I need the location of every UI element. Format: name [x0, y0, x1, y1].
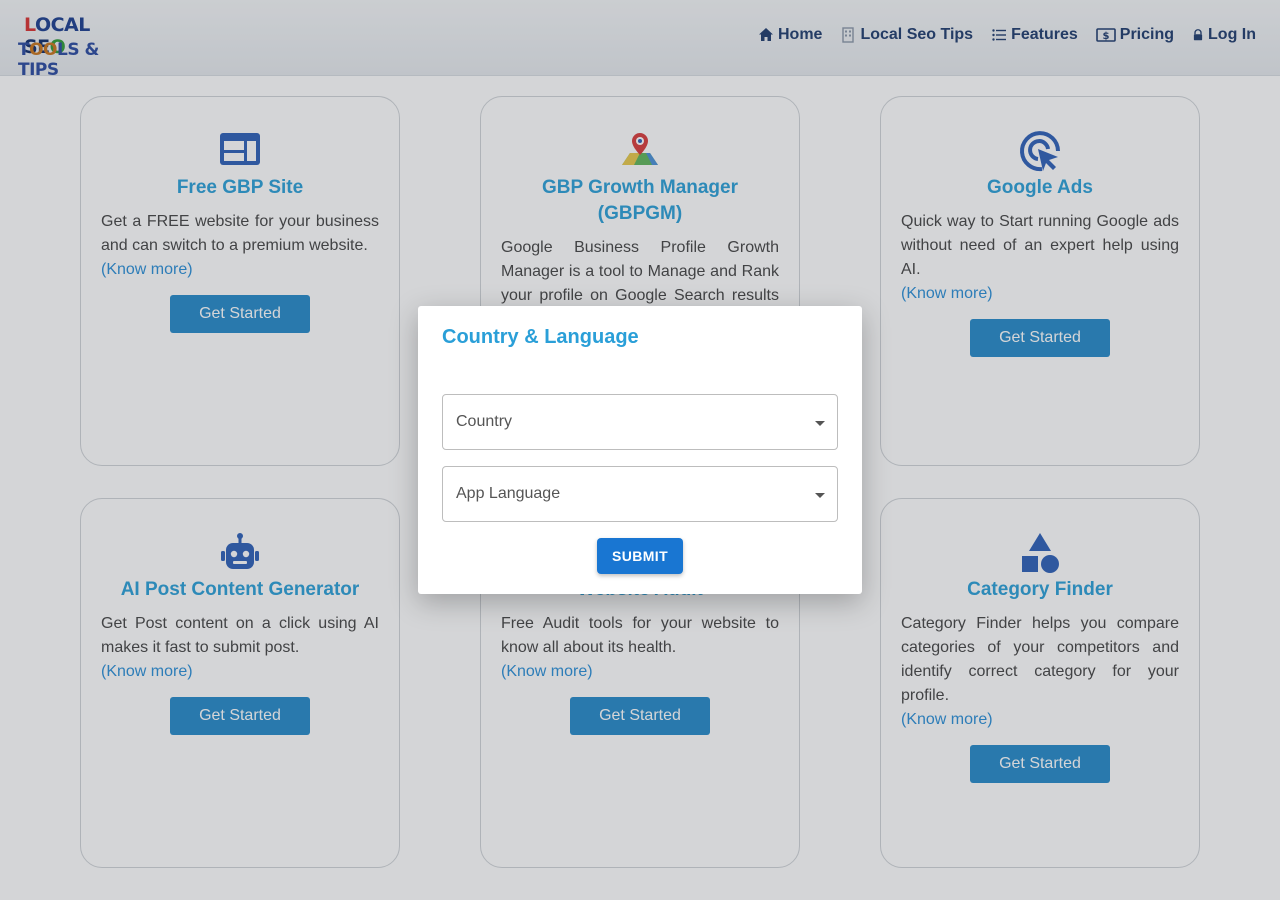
- dialog-title: Country & Language: [442, 326, 639, 348]
- country-select[interactable]: Country: [442, 394, 838, 450]
- app-language-select-label: App Language: [456, 485, 561, 502]
- country-language-dialog: Country & Language Country App Language …: [418, 306, 862, 594]
- submit-button[interactable]: SUBMIT: [597, 538, 683, 574]
- app-language-select[interactable]: App Language: [442, 466, 838, 522]
- country-select-label: Country: [456, 413, 513, 430]
- chevron-down-icon: [815, 421, 825, 426]
- chevron-down-icon: [815, 493, 825, 498]
